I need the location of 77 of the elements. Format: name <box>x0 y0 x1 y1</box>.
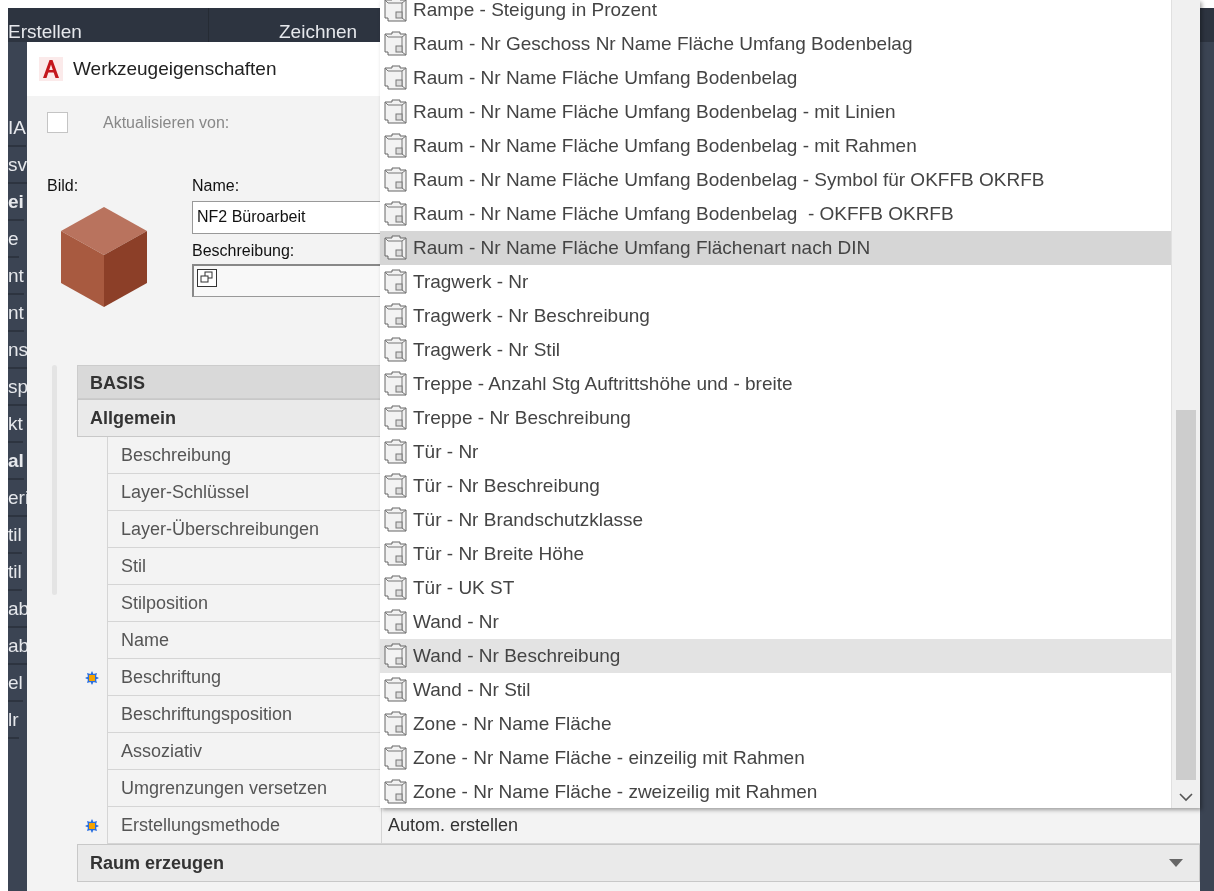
document-icon <box>384 235 408 261</box>
list-item[interactable]: Raum - Nr Geschoss Nr Name Fläche Umfang Bodenbelag <box>380 27 1172 61</box>
list-item[interactable]: Raum - Nr Name Fläche Umfang Bodenbelag - mit Linien <box>380 95 1172 129</box>
list-item[interactable]: Tür - Nr Beschreibung <box>380 469 1172 503</box>
panel-label: IA <box>8 110 26 147</box>
document-icon <box>384 439 408 465</box>
document-icon <box>384 405 408 431</box>
field-label: Beschreibung: <box>192 242 296 260</box>
document-icon <box>384 779 408 805</box>
panel-label: nt <box>8 258 24 295</box>
chevron-down-icon[interactable] <box>1179 793 1193 802</box>
panel-label: ei <box>8 184 24 221</box>
document-icon <box>384 201 408 227</box>
property-value[interactable]: Autom. erstellen <box>388 815 519 835</box>
document-icon <box>384 303 408 329</box>
list-item[interactable]: Zone - Nr Name Fläche - einzeilig mit Rahmen <box>380 741 1172 775</box>
document-icon <box>384 371 408 397</box>
list-item[interactable]: Wand - Nr Stil <box>380 673 1172 707</box>
checkbox-label: Aktualisieren von: <box>103 113 230 132</box>
list-item[interactable]: Zone - Nr Name Fläche - zweizeilig mit Rahmen <box>380 775 1172 808</box>
document-icon <box>384 711 408 737</box>
list-item[interactable]: Raum - Nr Name Fläche Umfang Bodenbelag - Symbol für OKFFB OKRFB <box>380 163 1172 197</box>
panel-label: kt <box>8 406 23 443</box>
panel-label: til <box>8 554 22 591</box>
panel-label: e <box>8 221 19 258</box>
panel-label: nt <box>8 295 24 332</box>
list-item[interactable]: Zone - Nr Name Fläche <box>380 707 1172 741</box>
list-item[interactable]: Tragwerk - Nr Stil <box>380 333 1172 367</box>
list-item[interactable]: Tür - Nr <box>380 435 1172 469</box>
window-icon <box>197 269 217 287</box>
document-icon <box>384 677 408 703</box>
window-title: Werkzeugeigenschaften <box>73 58 277 80</box>
document-icon <box>384 269 408 295</box>
list-item[interactable]: Rampe - Steigung in Prozent <box>380 0 1172 27</box>
list-item[interactable]: Tür - Nr Breite Höhe <box>380 537 1172 571</box>
star-icon <box>85 670 99 685</box>
document-icon <box>384 337 408 363</box>
document-icon <box>384 473 408 499</box>
category-header[interactable]: Raum erzeugen <box>77 844 1200 882</box>
list-item[interactable]: Wand - Nr <box>380 605 1172 639</box>
list-item[interactable]: Raum - Nr Name Fläche Umfang Bodenbelag - mit Rahmen <box>380 129 1172 163</box>
list-item[interactable]: Raum - Nr Name Fläche Umfang Flächenart nach DIN <box>380 231 1172 265</box>
list-item[interactable]: Tür - Nr Brandschutzklasse <box>380 503 1172 537</box>
field-label: Name: <box>192 177 241 195</box>
list-item[interactable]: Treppe - Nr Beschreibung <box>380 401 1172 435</box>
document-icon <box>384 167 408 193</box>
scrollbar[interactable] <box>1171 0 1200 808</box>
list-item[interactable]: Tragwerk - Nr Beschreibung <box>380 299 1172 333</box>
document-icon <box>384 133 408 159</box>
document-icon <box>384 643 408 669</box>
list-item[interactable]: Tragwerk - Nr <box>380 265 1172 299</box>
app-logo-icon <box>39 57 63 81</box>
document-icon <box>384 507 408 533</box>
caret-icon <box>1169 859 1183 867</box>
document-icon <box>384 575 408 601</box>
image-label: Bild: <box>47 177 80 195</box>
list-item[interactable]: Raum - Nr Name Fläche Umfang Bodenbelag <box>380 61 1172 95</box>
document-icon <box>384 65 408 91</box>
document-icon <box>384 745 408 771</box>
scrollbar-thumb[interactable] <box>1176 410 1196 780</box>
ribbon-tab[interactable]: Zeichnen <box>209 8 358 42</box>
category-title: Raum erzeugen <box>90 852 225 874</box>
panel-label: al <box>8 443 24 480</box>
panel-label: el <box>8 665 23 702</box>
list-item[interactable]: Treppe - Anzahl Stg Auftrittshöhe und - breite <box>380 367 1172 401</box>
star-icon <box>85 818 99 833</box>
list-item[interactable]: Wand - Nr Beschreibung <box>380 639 1172 673</box>
document-icon <box>384 31 408 57</box>
list-item[interactable]: Tür - UK ST <box>380 571 1172 605</box>
panel-label: til <box>8 517 22 554</box>
cube-icon <box>59 207 149 307</box>
document-icon <box>384 609 408 635</box>
document-icon <box>384 0 408 23</box>
category-title: Allgemein <box>90 407 177 429</box>
document-icon <box>384 541 408 567</box>
panel-label: lr <box>8 702 19 739</box>
document-icon <box>384 99 408 125</box>
